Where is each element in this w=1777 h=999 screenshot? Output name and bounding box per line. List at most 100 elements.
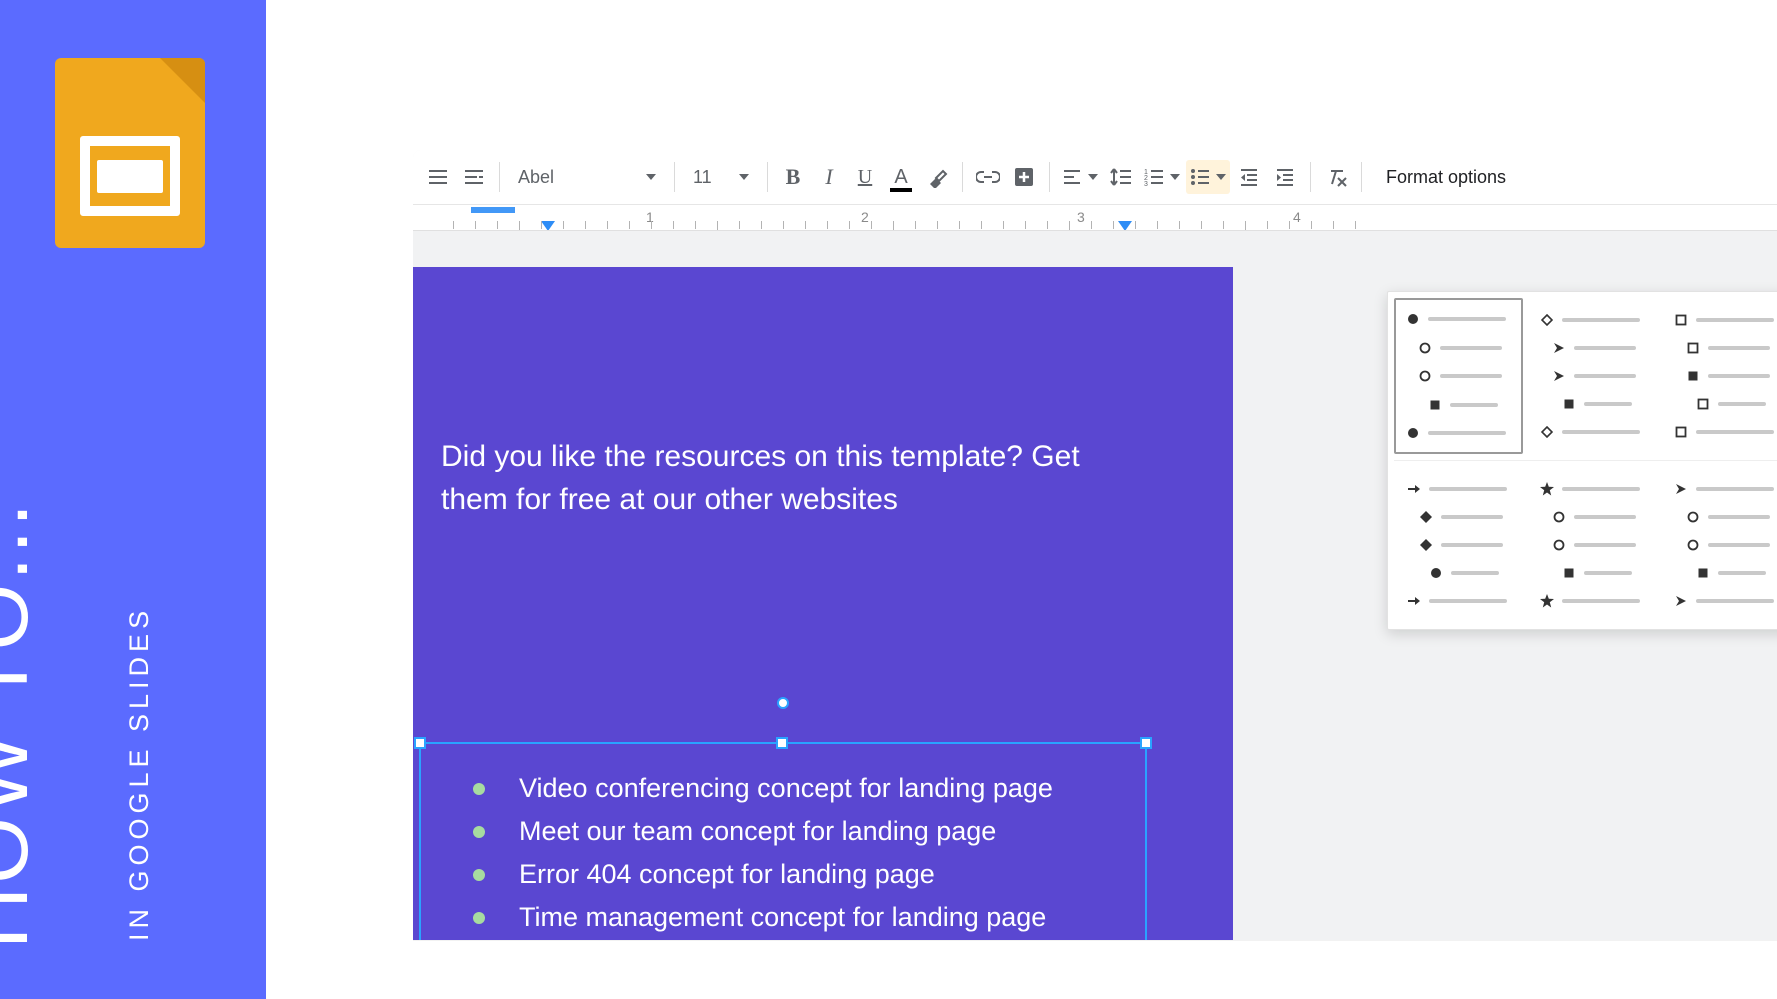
font-family-value: Abel <box>518 167 640 188</box>
preset-line <box>1574 374 1636 378</box>
clear-formatting-button[interactable] <box>1319 160 1353 194</box>
bullet-icon <box>473 783 485 795</box>
popover-divider <box>1394 460 1777 461</box>
font-family-dropdown[interactable]: Abel <box>508 160 666 194</box>
bullet-preset-option[interactable] <box>1394 467 1523 623</box>
bullet-glyph-icon <box>1407 482 1421 496</box>
bullet-preset-option[interactable] <box>1661 298 1777 454</box>
rotate-handle[interactable] <box>777 697 789 709</box>
bullet-glyph-icon <box>1696 397 1710 411</box>
bullet-preset-option[interactable] <box>1527 298 1656 454</box>
list-item-text: Meet our team concept for landing page <box>519 810 996 853</box>
bullet-preset-option[interactable] <box>1661 467 1777 623</box>
text-color-button[interactable]: A <box>884 160 918 194</box>
line-spacing-button[interactable] <box>1104 160 1138 194</box>
format-options-button[interactable]: Format options <box>1370 160 1522 194</box>
bullet-list-textbox[interactable]: Video conferencing concept for landing p… <box>473 767 1053 940</box>
bullet-glyph-icon <box>1419 538 1433 552</box>
bullet-glyph-icon <box>1428 398 1442 412</box>
underline-button[interactable]: U <box>848 160 882 194</box>
google-slides-app-icon <box>55 58 205 248</box>
bullet-glyph-icon <box>1562 397 1576 411</box>
bulleted-list-dropdown[interactable] <box>1186 160 1230 194</box>
format-options-label: Format options <box>1386 167 1506 188</box>
bullet-glyph-icon <box>1419 510 1433 524</box>
bullet-icon <box>473 826 485 838</box>
bullet-glyph-icon <box>1406 426 1420 440</box>
slide-heading-text[interactable]: Did you like the resources on this templ… <box>441 435 1103 521</box>
bullet-glyph-icon <box>1686 538 1700 552</box>
bullet-glyph-icon <box>1674 594 1688 608</box>
slide-inner-icon <box>97 160 163 193</box>
resize-handle-top-right[interactable] <box>1140 737 1152 749</box>
resize-handle-top-middle[interactable] <box>776 737 788 749</box>
preset-line <box>1574 543 1636 547</box>
bullet-glyph-icon <box>1540 482 1554 496</box>
chevron-down-icon <box>1088 174 1098 180</box>
add-comment-button[interactable] <box>1007 160 1041 194</box>
preset-line <box>1718 402 1766 406</box>
bullet-glyph-icon <box>1418 369 1432 383</box>
list-item-text: Error 404 concept for landing page <box>519 853 935 896</box>
preset-line <box>1574 346 1636 350</box>
tutorial-sidebar: HOW TO... IN GOOGLE SLIDES <box>0 0 266 999</box>
font-size-dropdown[interactable]: 11 <box>683 160 759 194</box>
preset-line <box>1428 317 1506 321</box>
preset-line <box>1696 430 1774 434</box>
bullet-glyph-icon <box>1407 594 1421 608</box>
increase-indent-button[interactable] <box>1268 160 1302 194</box>
toolbar-separator <box>962 162 963 192</box>
resize-handle-top-left[interactable] <box>414 737 426 749</box>
font-size-value: 11 <box>693 167 733 188</box>
editor-canvas[interactable]: Did you like the resources on this templ… <box>413 231 1777 940</box>
preset-line <box>1708 515 1770 519</box>
bullet-icon <box>473 912 485 924</box>
bullet-glyph-icon <box>1540 425 1554 439</box>
svg-text:3: 3 <box>1144 181 1148 186</box>
bullet-glyph-icon <box>1674 425 1688 439</box>
italic-button[interactable]: I <box>812 160 846 194</box>
bullet-preset-option[interactable] <box>1527 467 1656 623</box>
preset-line <box>1562 430 1640 434</box>
preset-line <box>1584 402 1632 406</box>
toolbar-separator <box>767 162 768 192</box>
formatting-toolbar: Abel 11 B I U A <box>413 150 1777 205</box>
bullet-preset-option[interactable] <box>1394 298 1523 454</box>
highlight-button[interactable] <box>920 160 954 194</box>
chevron-down-icon <box>1216 174 1226 180</box>
chevron-down-icon <box>646 174 656 180</box>
align-dropdown[interactable] <box>1058 160 1102 194</box>
list-item: Search concept for landing page <box>473 939 1053 940</box>
preset-line <box>1574 515 1636 519</box>
preset-line <box>1708 346 1770 350</box>
insert-link-button[interactable] <box>971 160 1005 194</box>
list-item: Error 404 concept for landing page <box>473 853 1053 896</box>
bullet-glyph-icon <box>1552 341 1566 355</box>
slide[interactable]: Did you like the resources on this templ… <box>413 267 1233 940</box>
preset-line <box>1584 571 1632 575</box>
preset-line <box>1441 543 1503 547</box>
preset-line <box>1440 374 1502 378</box>
preset-line <box>1562 318 1640 322</box>
horizontal-ruler[interactable]: 1 2 3 4 <box>413 205 1777 231</box>
preset-line <box>1451 571 1499 575</box>
bullet-glyph-icon <box>1540 313 1554 327</box>
bullet-glyph-icon <box>1686 341 1700 355</box>
bullet-glyph-icon <box>1562 566 1576 580</box>
checklist-button[interactable] <box>457 160 491 194</box>
bullet-glyph-icon <box>1540 594 1554 608</box>
bold-button[interactable]: B <box>776 160 810 194</box>
toolbar-separator <box>674 162 675 192</box>
first-line-indent-marker[interactable] <box>471 207 515 213</box>
headline-text: HOW TO... <box>0 500 48 949</box>
chevron-down-icon <box>739 174 749 180</box>
decrease-indent-button[interactable] <box>1232 160 1266 194</box>
bullet-glyph-icon <box>1552 369 1566 383</box>
numbered-list-dropdown[interactable]: 123 <box>1140 160 1184 194</box>
list-button[interactable] <box>421 160 455 194</box>
preset-line <box>1440 346 1502 350</box>
preset-line <box>1441 515 1503 519</box>
preset-line <box>1562 599 1640 603</box>
preset-line <box>1696 318 1774 322</box>
bullet-glyph-icon <box>1552 538 1566 552</box>
